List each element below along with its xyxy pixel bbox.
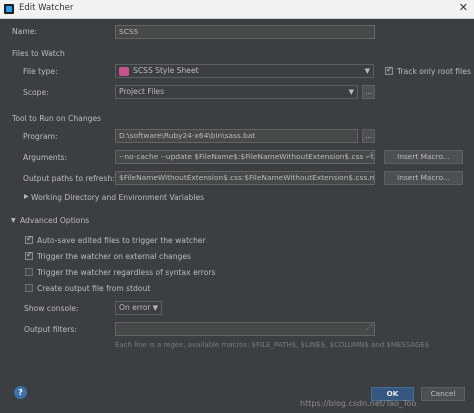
name-label: Name: [12, 27, 37, 36]
insert-macro-button-2[interactable]: Insert Macro... [384, 171, 463, 185]
chevron-down-icon: ▼ [348, 88, 354, 96]
output-filters-hint: Each line is a regex, available macros: … [115, 341, 430, 349]
chevron-right-icon[interactable]: ▶ [24, 193, 29, 200]
file-type-label: File type: [23, 67, 58, 76]
stdout-label: Create output file from stdout [37, 284, 151, 293]
show-console-value: On error [119, 303, 151, 312]
app-icon [4, 4, 14, 14]
files-to-watch-header: Files to Watch [12, 49, 65, 58]
advanced-header[interactable]: Advanced Options [20, 216, 89, 225]
watermark: https://blog.csdn.net/Tao_Too [300, 399, 417, 408]
check-icon: ✓ [386, 65, 393, 74]
output-filters-label: Output filters: [24, 325, 77, 334]
window-title: Edit Watcher [19, 3, 74, 13]
output-paths-input[interactable]: $FileNameWithoutExtension$.css:$FileName… [115, 171, 375, 185]
auto-save-label: Auto-save edited files to trigger the wa… [37, 236, 206, 245]
syntax-errors-checkbox[interactable] [25, 268, 33, 276]
file-type-value: SCSS Style Sheet [133, 66, 199, 75]
cancel-button[interactable]: Cancel [421, 387, 465, 401]
program-input[interactable]: D:\software\Ruby24-x64\bin\sass.bat [115, 129, 358, 143]
close-icon[interactable]: ✕ [459, 1, 468, 14]
program-label: Program: [23, 132, 58, 141]
stdout-checkbox[interactable] [25, 284, 33, 292]
scope-select[interactable]: Project Files ▼ [115, 85, 358, 99]
title-bar: Edit Watcher ✕ [0, 0, 474, 19]
auto-save-checkbox[interactable]: ✓ [25, 234, 33, 244]
show-console-select[interactable]: On error ▼ [115, 301, 162, 315]
arguments-label: Arguments: [23, 153, 68, 162]
insert-macro-button[interactable]: Insert Macro... [384, 150, 463, 164]
arguments-input[interactable]: --no-cache --update $FileName$:$FileName… [115, 150, 375, 164]
tool-header: Tool to Run on Changes [12, 114, 102, 123]
syntax-errors-label: Trigger the watcher regardless of syntax… [37, 268, 216, 277]
track-only-root-label: Track only root files [397, 67, 471, 76]
chevron-down-icon: ▼ [152, 304, 158, 312]
program-browse-button[interactable]: ... [362, 129, 375, 143]
check-icon: ✓ [26, 250, 33, 259]
chevron-down-icon: ▼ [364, 67, 370, 75]
show-console-label: Show console: [24, 304, 79, 313]
working-dir-link[interactable]: Working Directory and Environment Variab… [31, 193, 204, 202]
track-only-root-checkbox[interactable]: ✓ [385, 65, 393, 75]
name-input[interactable]: SCSS [115, 25, 375, 39]
output-paths-label: Output paths to refresh: [23, 174, 115, 183]
expand-icon[interactable]: ⤢ [366, 151, 372, 161]
scope-browse-button[interactable]: ... [362, 85, 375, 99]
external-changes-checkbox[interactable]: ✓ [25, 250, 33, 260]
scope-label: Scope: [23, 88, 49, 97]
check-icon: ✓ [26, 234, 33, 243]
chevron-down-icon[interactable]: ▼ [11, 217, 16, 224]
file-type-select[interactable]: SCSS Style Sheet ▼ [115, 64, 374, 78]
help-icon[interactable]: ? [14, 386, 27, 399]
output-filters-input[interactable] [115, 322, 375, 336]
external-changes-label: Trigger the watcher on external changes [37, 252, 191, 261]
expand-icon[interactable]: ⤢ [366, 323, 372, 333]
scss-file-icon [119, 67, 129, 76]
scope-value: Project Files [119, 87, 165, 96]
